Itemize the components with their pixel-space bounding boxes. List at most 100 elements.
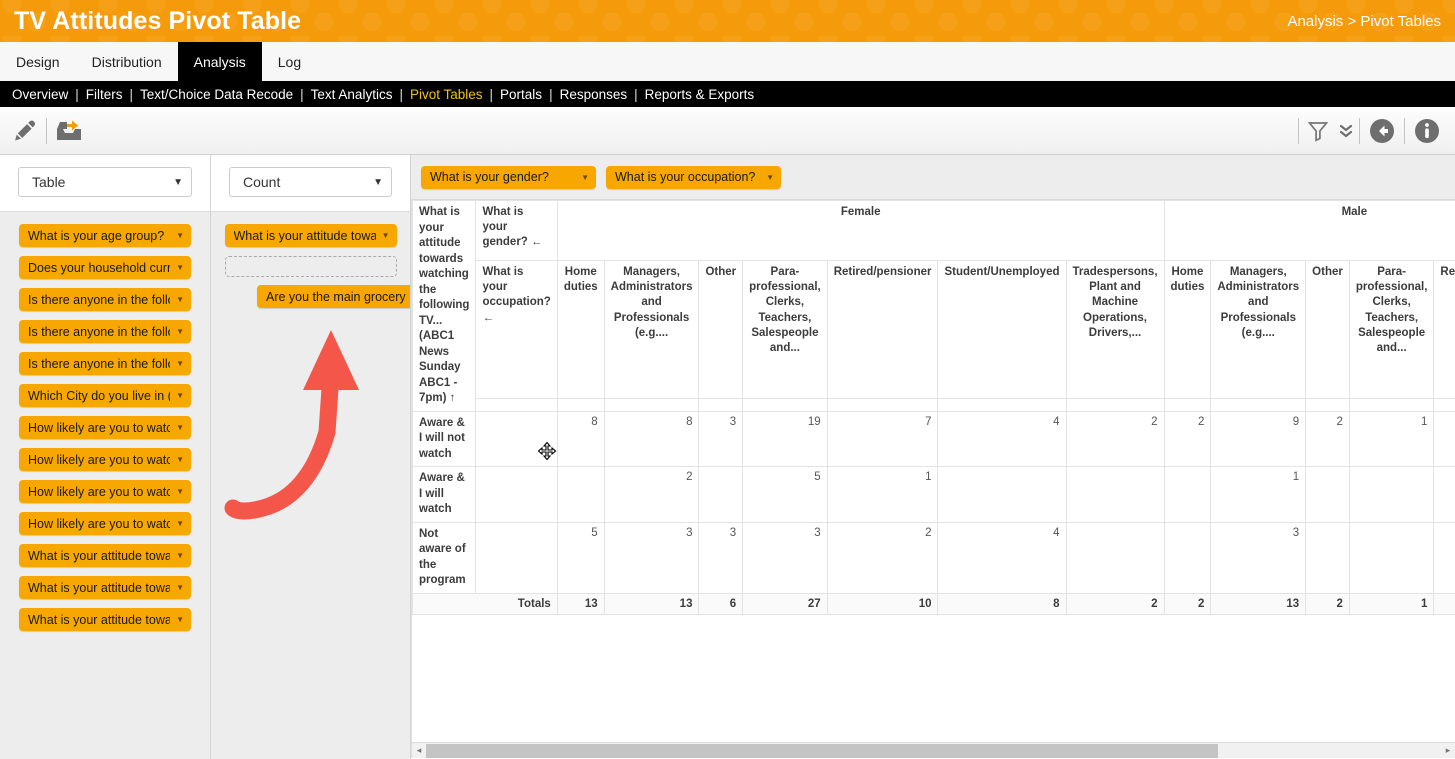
totals-cell: 2 xyxy=(1306,593,1350,614)
chevron-down-icon: ▼ xyxy=(176,359,184,368)
data-cell: 2 xyxy=(1164,411,1211,467)
header-row-occupation: What is your occupation? ←Home dutiesMan… xyxy=(413,261,1455,399)
table-row: Aware & I will watch2511 xyxy=(413,467,1455,523)
chevron-down-icon: ▼ xyxy=(373,177,383,188)
field-pill[interactable]: How likely are you to watch the▼ xyxy=(19,512,191,535)
scroll-right-arrow[interactable]: ▸ xyxy=(1441,745,1455,756)
scrollbar-thumb[interactable] xyxy=(426,744,1218,758)
row-field-label: What is your attitude towards watching t… xyxy=(413,201,476,412)
subnav-item-filters[interactable]: Filters xyxy=(82,87,127,102)
tab-distribution[interactable]: Distribution xyxy=(76,42,178,81)
subnav-item-responses[interactable]: Responses xyxy=(556,87,632,102)
pivot-panel: What is your gender?▼ What is your occupa… xyxy=(411,155,1455,758)
field-pill[interactable]: What is your attitude towards w▼ xyxy=(19,576,191,599)
drop-placeholder[interactable] xyxy=(225,256,397,277)
fields-panel: Table ▼ What is your age group?▼ Does you… xyxy=(0,155,211,758)
page-title: TV Attitudes Pivot Table xyxy=(14,7,301,36)
pivot-table-container: What is your attitude towards watching t… xyxy=(411,200,1455,758)
horizontal-scrollbar[interactable]: ◂ ▸ xyxy=(412,742,1455,758)
chevron-down-icon: ▼ xyxy=(581,173,589,182)
field-pill-label: What is your attitude towards w xyxy=(28,581,170,595)
subnav-item-pivot-tables[interactable]: Pivot Tables xyxy=(406,87,487,102)
chevron-down-icon: ▼ xyxy=(176,455,184,464)
rows-panel-header: Count ▼ xyxy=(211,155,410,211)
info-button[interactable] xyxy=(1407,111,1447,151)
totals-cell: 2 xyxy=(1066,593,1164,614)
field-pill[interactable]: Is there anyone in the following▼ xyxy=(19,352,191,375)
rowfield-spacer-cell xyxy=(1211,399,1306,411)
tab-design[interactable]: Design xyxy=(0,42,76,81)
rowfield-spacer-cell xyxy=(1066,399,1164,411)
row-field-pill[interactable]: What is your attitude towards w▼ xyxy=(225,224,397,247)
field-pill[interactable]: Which City do you live in (or the▼ xyxy=(19,384,191,407)
data-cell: 2 xyxy=(604,467,699,523)
subnav-item-text-analytics[interactable]: Text Analytics xyxy=(307,87,397,102)
fields-panel-header: Table ▼ xyxy=(0,155,210,211)
field-pill-label: What is your occupation? xyxy=(615,170,755,184)
subnav-item-overview[interactable]: Overview xyxy=(8,87,72,102)
data-cell: 3 xyxy=(699,522,743,593)
scrollbar-track[interactable] xyxy=(426,744,1441,758)
field-pill[interactable]: Is there anyone in the following▼ xyxy=(19,288,191,311)
row-fields-dropzone[interactable]: What is your attitude towards w▼ Are you … xyxy=(211,211,410,758)
data-cell xyxy=(1434,411,1455,467)
rowfield-spacer-cell xyxy=(1434,399,1455,411)
field-pill-label: Does your household currently xyxy=(28,261,170,275)
gender-group-header: Female xyxy=(557,201,1164,261)
data-cell: 8 xyxy=(557,411,604,467)
scroll-left-arrow[interactable]: ◂ xyxy=(412,745,426,756)
occupation-column-header: Tradespersons, Plant and Machine Operati… xyxy=(1066,261,1164,399)
field-pill-label: How likely are you to watch the xyxy=(28,453,170,467)
chevron-down-icon: ▼ xyxy=(176,615,184,624)
rowfield-spacer-cell xyxy=(476,399,557,411)
subnav-item-text-choice-data-recode[interactable]: Text/Choice Data Recode xyxy=(136,87,297,102)
column-field-pill[interactable]: What is your gender?▼ xyxy=(421,166,596,189)
field-pill[interactable]: What is your age group?▼ xyxy=(19,224,191,247)
data-cell xyxy=(938,467,1066,523)
back-button[interactable] xyxy=(1362,111,1402,151)
totals-cell: 1 xyxy=(1349,593,1434,614)
data-cell: 3 xyxy=(604,522,699,593)
rows-panel: Count ▼ What is your attitude towards w▼… xyxy=(211,155,411,758)
filter-expand-button[interactable] xyxy=(1335,111,1357,151)
chevron-down-icon: ▼ xyxy=(176,295,184,304)
measure-select[interactable]: Count ▼ xyxy=(229,167,392,197)
field-pill[interactable]: Is there anyone in the following▼ xyxy=(19,320,191,343)
dragging-field-pill[interactable]: Are you the main grocery buye▼ xyxy=(257,285,410,308)
rowfield-spacer-cell xyxy=(604,399,699,411)
tab-log[interactable]: Log xyxy=(262,42,317,81)
export-outbox-button[interactable] xyxy=(49,111,89,151)
totals-cell: 13 xyxy=(557,593,604,614)
toolbar-divider-right-2 xyxy=(1359,118,1360,144)
view-type-value: Table xyxy=(32,174,65,190)
totals-cell: 13 xyxy=(604,593,699,614)
subnav-item-portals[interactable]: Portals xyxy=(496,87,546,102)
field-pill[interactable]: What is your attitude towards w▼ xyxy=(19,544,191,567)
chevron-down-icon: ▼ xyxy=(176,519,184,528)
field-pill[interactable]: What is your attitude towards w▼ xyxy=(19,608,191,631)
subnav-separator: | xyxy=(631,87,641,102)
field-pill[interactable]: How likely are you to watch the ▼ xyxy=(19,448,191,471)
rowfield-spacer-cell xyxy=(1306,399,1350,411)
field-pill[interactable]: How likely are you to watch the▼ xyxy=(19,480,191,503)
main-content: Table ▼ What is your age group?▼ Does you… xyxy=(0,155,1455,758)
data-cell xyxy=(1434,467,1455,523)
occupation-column-header: Retired/pensioner xyxy=(1434,261,1455,399)
filter-button[interactable] xyxy=(1301,111,1335,151)
chevron-down-icon: ▼ xyxy=(176,327,184,336)
totals-cell: 13 xyxy=(1211,593,1306,614)
data-cell: 2 xyxy=(1066,411,1164,467)
row-spacer-cell xyxy=(476,522,557,593)
column-field-pill[interactable]: What is your occupation?▼ xyxy=(606,166,781,189)
totals-label: Totals xyxy=(413,593,558,614)
column-fields-dropzone[interactable]: What is your gender?▼ What is your occupa… xyxy=(411,155,1455,200)
data-cell xyxy=(1434,522,1455,593)
field-pill[interactable]: How likely are you to watch the▼ xyxy=(19,416,191,439)
subnav-item-reports-exports[interactable]: Reports & Exports xyxy=(641,87,759,102)
field-pill[interactable]: Does your household currently▼ xyxy=(19,256,191,279)
edit-pencil-button[interactable] xyxy=(4,111,44,151)
occupation-column-header: Home duties xyxy=(1164,261,1211,399)
table-row: Aware & I will not watch883197422921 xyxy=(413,411,1455,467)
tab-analysis[interactable]: Analysis xyxy=(178,42,262,81)
view-type-select[interactable]: Table ▼ xyxy=(18,167,192,197)
